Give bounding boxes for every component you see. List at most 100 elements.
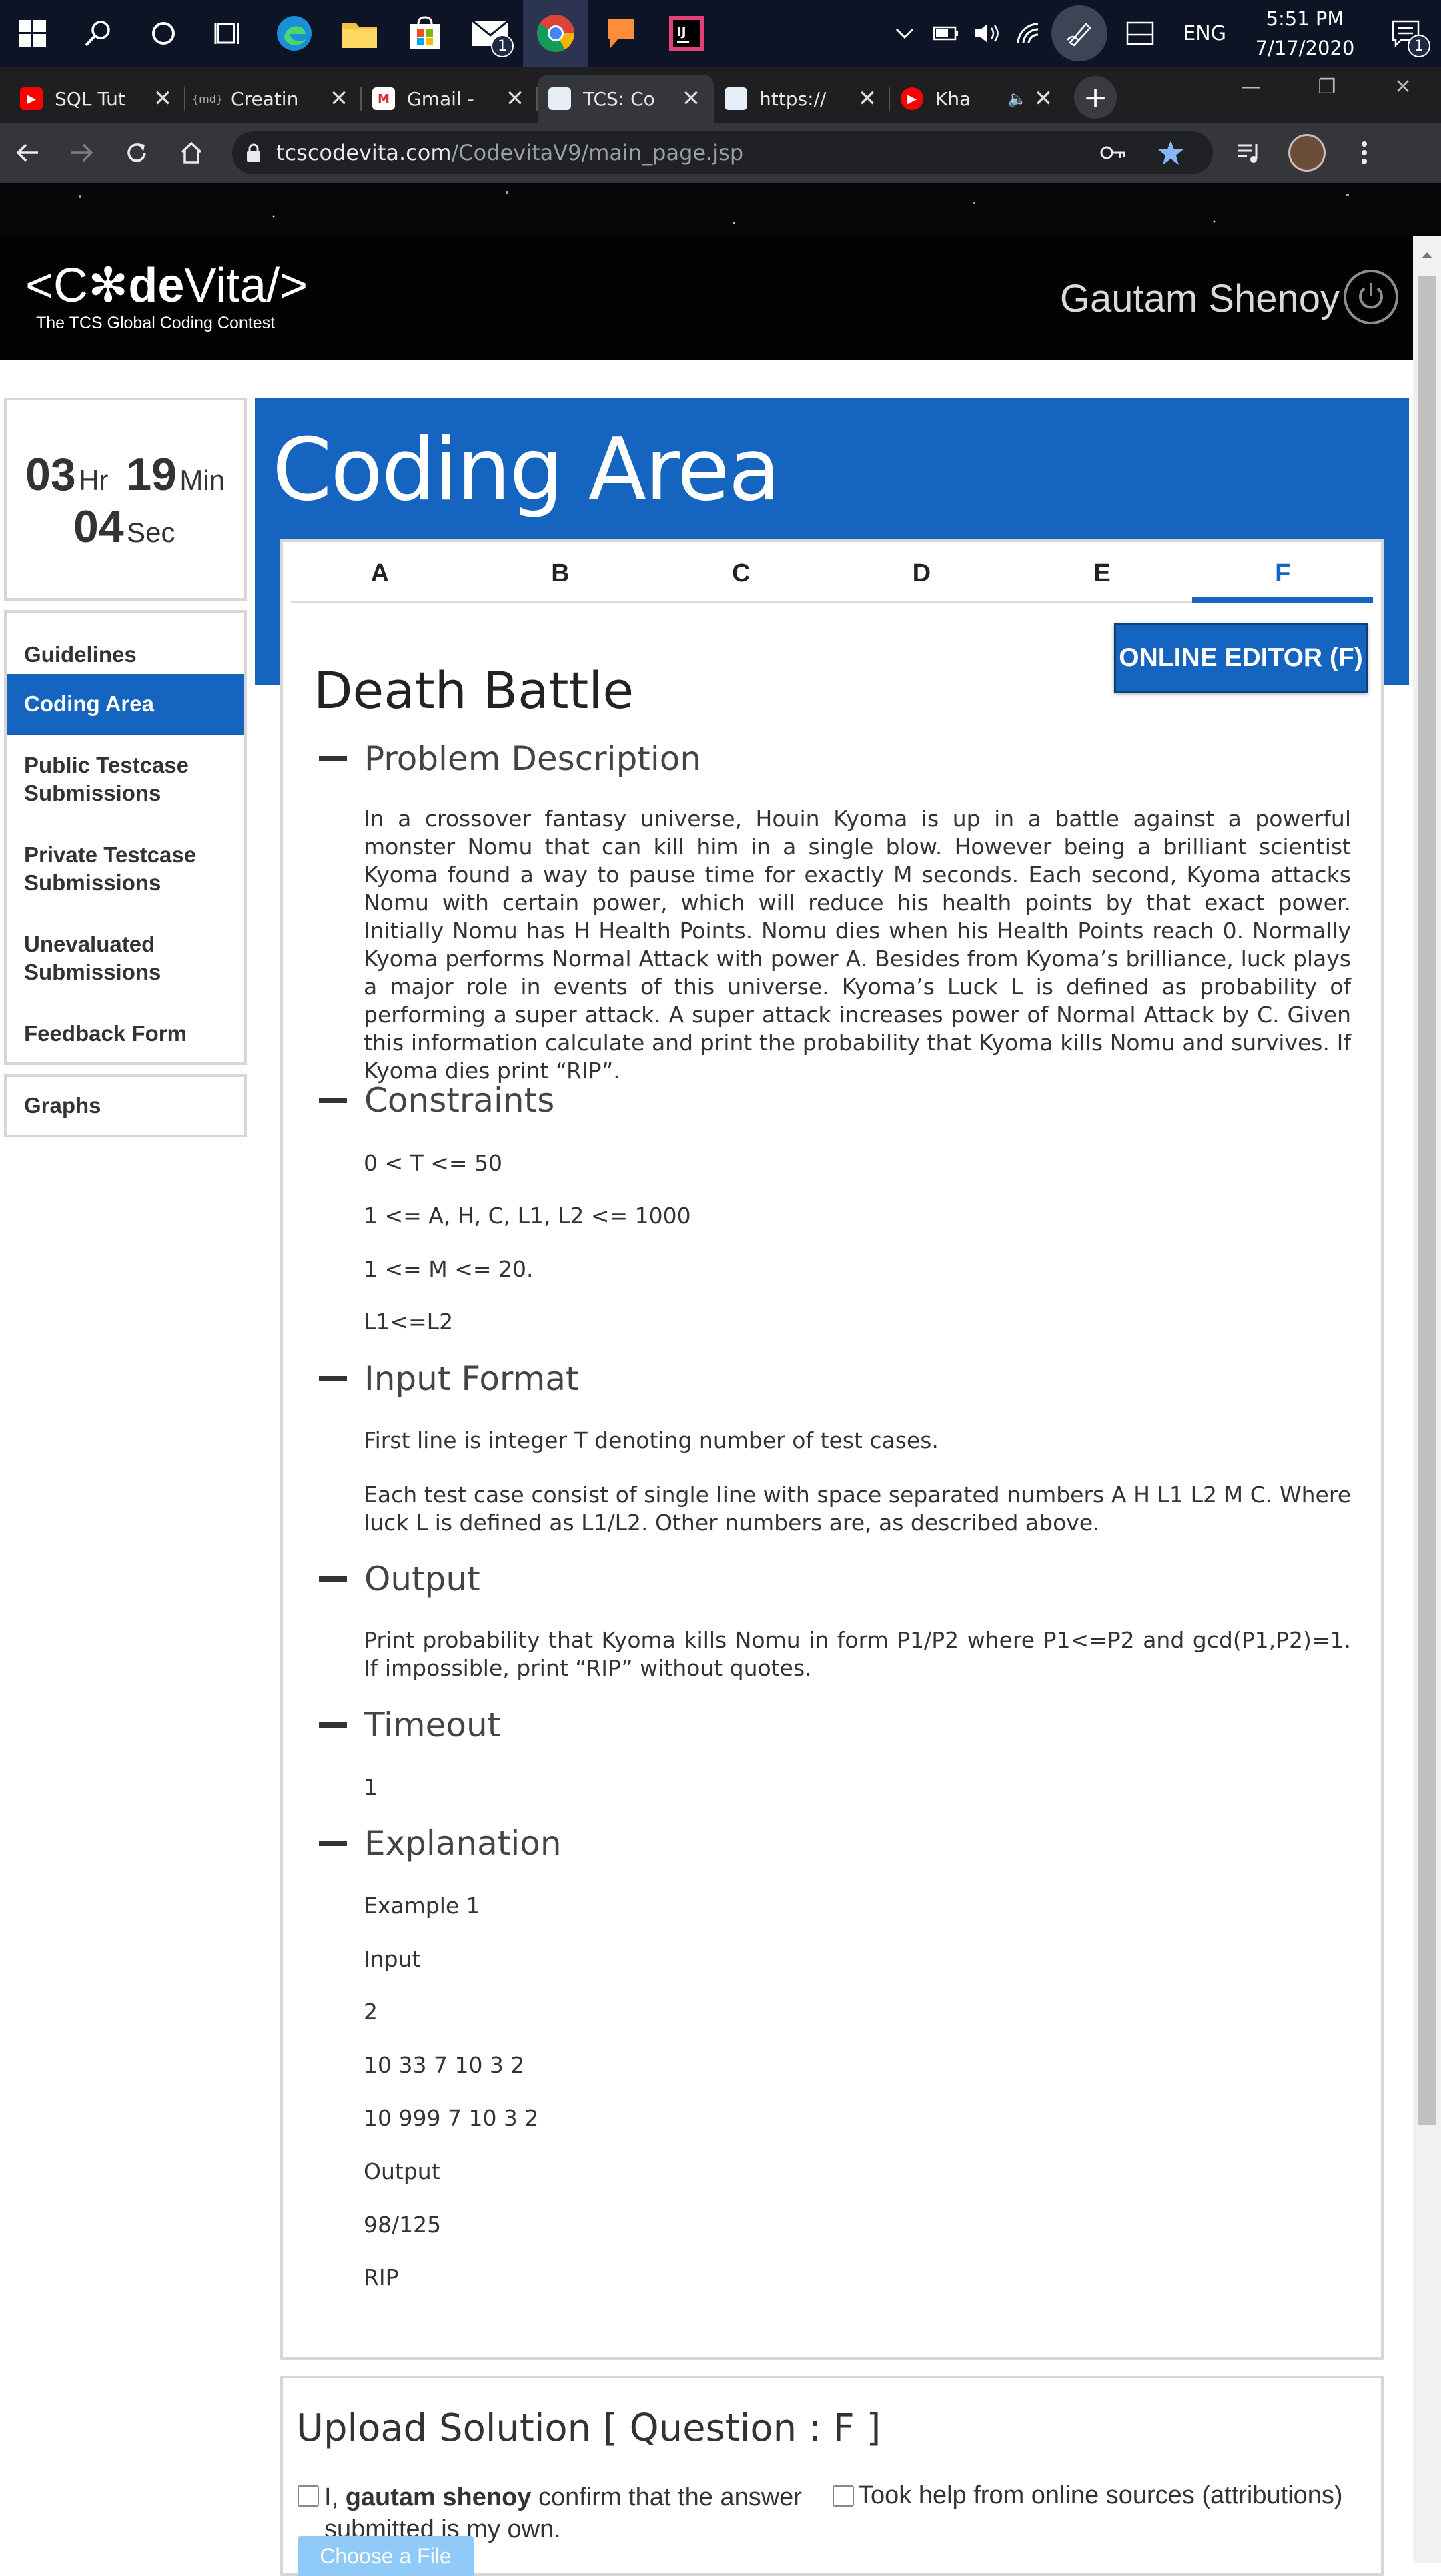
scroll-up-arrow-icon[interactable]	[1413, 243, 1441, 267]
chrome-icon[interactable]	[523, 0, 588, 67]
windows-start-icon[interactable]	[0, 0, 65, 67]
section-problem-description[interactable]: Problem Description	[319, 739, 701, 778]
choose-file-button[interactable]: Choose a File	[298, 2536, 474, 2576]
store-icon[interactable]	[392, 0, 458, 67]
section-timeout[interactable]: Timeout	[319, 1706, 500, 1744]
language-indicator[interactable]: ENG	[1171, 22, 1238, 45]
clock[interactable]: 5:51 PM 7/17/2020	[1238, 4, 1372, 63]
explanation-line: 98/125	[364, 2212, 442, 2238]
online-sources-checkbox[interactable]	[833, 2485, 854, 2507]
new-tab-button[interactable]: +	[1074, 76, 1117, 119]
tab-question-b[interactable]: B	[470, 546, 651, 601]
starfield-banner	[0, 183, 1441, 236]
close-icon[interactable]: ✕	[679, 85, 703, 112]
search-icon[interactable]	[65, 0, 131, 67]
close-window-icon[interactable]: ✕	[1365, 67, 1441, 107]
tab-question-d[interactable]: D	[831, 546, 1012, 601]
restore-icon[interactable]: ❐	[1289, 67, 1365, 107]
codevita-logo[interactable]: <C✻deVita/>	[25, 262, 308, 310]
explanation-line: 10 33 7 10 3 2	[364, 2052, 525, 2078]
edge-icon[interactable]	[262, 0, 327, 67]
notification-badge: 1	[1408, 35, 1430, 57]
volume-icon[interactable]	[967, 0, 1008, 67]
confirm-own-work-checkbox[interactable]	[298, 2485, 319, 2507]
close-icon[interactable]: ✕	[503, 85, 527, 112]
battery-icon[interactable]	[925, 0, 967, 67]
speaker-icon[interactable]: 🔈	[1007, 89, 1027, 108]
youtube-music-icon: ▶	[901, 87, 923, 110]
pen-workspace-icon[interactable]	[1049, 0, 1109, 67]
reload-icon[interactable]	[109, 123, 164, 183]
intellij-icon[interactable]: IJ	[654, 0, 719, 67]
lock-icon[interactable]	[246, 143, 262, 163]
back-icon[interactable]	[0, 123, 55, 183]
section-heading: Output	[364, 1560, 480, 1598]
collapse-minus-icon[interactable]	[319, 1840, 347, 1846]
task-view-icon[interactable]	[196, 0, 262, 67]
sidebar-item-graphs[interactable]: Graphs	[7, 1092, 244, 1120]
sidebar-item-coding-area[interactable]: Coding Area	[7, 674, 244, 735]
sidebar-item-private-testcase-submissions[interactable]: Private Testcase Submissions	[7, 841, 227, 897]
youtube-icon: ▶	[20, 87, 43, 110]
collapse-minus-icon[interactable]	[319, 1097, 347, 1103]
notification-center-icon[interactable]: 1	[1372, 0, 1441, 67]
browser-tab-https[interactable]: https:// ✕	[714, 75, 890, 123]
online-editor-button[interactable]: ONLINE EDITOR (F)	[1114, 623, 1368, 693]
page-scrollbar[interactable]	[1413, 236, 1441, 2563]
close-icon[interactable]: ✕	[327, 85, 351, 112]
avatar[interactable]	[1278, 123, 1336, 183]
url-path: /CodevitaV9/main_page.jsp	[451, 140, 744, 166]
touch-keyboard-icon[interactable]	[1109, 0, 1171, 67]
home-icon[interactable]	[164, 123, 219, 183]
cortana-icon[interactable]	[131, 0, 196, 67]
section-heading: Constraints	[364, 1081, 555, 1120]
browser-tab-youtube-music[interactable]: ▶ Kha 🔈 ✕	[890, 75, 1066, 123]
minimize-icon[interactable]: —	[1213, 67, 1289, 107]
problem-title: Death Battle	[314, 661, 634, 720]
mail-icon[interactable]: 1	[458, 0, 523, 67]
sidebar-item-public-testcase-submissions[interactable]: Public Testcase Submissions	[7, 751, 227, 808]
collapse-minus-icon[interactable]	[319, 1576, 347, 1582]
feedback-icon[interactable]	[588, 0, 654, 67]
tab-question-e[interactable]: E	[1012, 546, 1193, 601]
tab-question-c[interactable]: C	[650, 546, 831, 601]
section-constraints[interactable]: Constraints	[319, 1081, 554, 1120]
close-icon[interactable]: ✕	[855, 85, 879, 112]
section-output[interactable]: Output	[319, 1560, 480, 1598]
clock-time: 5:51 PM	[1266, 7, 1344, 30]
timer-seconds-unit: Sec	[127, 517, 175, 548]
collapse-minus-icon[interactable]	[319, 1375, 347, 1381]
close-icon[interactable]: ✕	[151, 85, 175, 112]
stars-decoration	[79, 191, 1349, 224]
wifi-icon[interactable]	[1008, 0, 1049, 67]
scrollbar-thumb[interactable]	[1418, 276, 1436, 2125]
section-explanation[interactable]: Explanation	[319, 1824, 562, 1863]
chevron-up-icon[interactable]	[884, 0, 925, 67]
browser-tab-gmail[interactable]: M Gmail - ✕	[362, 75, 538, 123]
file-explorer-icon[interactable]	[327, 0, 392, 67]
tab-question-a[interactable]: A	[290, 546, 470, 601]
collapse-minus-icon[interactable]	[319, 755, 347, 761]
window-controls: — ❐ ✕	[1213, 67, 1441, 107]
more-menu-icon[interactable]	[1336, 123, 1393, 183]
input-format-text: First line is integer T denoting number …	[364, 1427, 939, 1454]
logo-tagline: The TCS Global Coding Contest	[36, 314, 276, 332]
media-controls-icon[interactable]	[1221, 123, 1278, 183]
browser-tab-sql[interactable]: ▶ SQL Tut ✕	[9, 75, 185, 123]
key-icon[interactable]	[1085, 123, 1142, 183]
browser-tab-tcs[interactable]: TCS: Co ✕	[538, 75, 714, 123]
close-icon[interactable]: ✕	[1031, 85, 1055, 112]
section-heading: Problem Description	[364, 739, 702, 778]
sidebar-item-unevaluated-submissions[interactable]: Unevaluated Submissions	[7, 930, 227, 986]
section-input-format[interactable]: Input Format	[319, 1359, 579, 1398]
collapse-minus-icon[interactable]	[319, 1722, 347, 1728]
address-bar[interactable]: tcscodevita.com/CodevitaV9/main_page.jsp	[232, 131, 1213, 174]
tab-title: Creatin	[231, 87, 299, 110]
logout-power-icon[interactable]	[1344, 270, 1398, 324]
tab-question-f[interactable]: F	[1192, 546, 1373, 603]
sidebar-item-feedback-form[interactable]: Feedback Form	[7, 1020, 244, 1048]
forward-icon[interactable]	[55, 123, 109, 183]
constraint-line: 0 < T <= 50	[364, 1150, 503, 1176]
bookmark-star-icon[interactable]	[1142, 123, 1199, 183]
browser-tab-markdown[interactable]: {md} Creatin ✕	[185, 75, 362, 123]
